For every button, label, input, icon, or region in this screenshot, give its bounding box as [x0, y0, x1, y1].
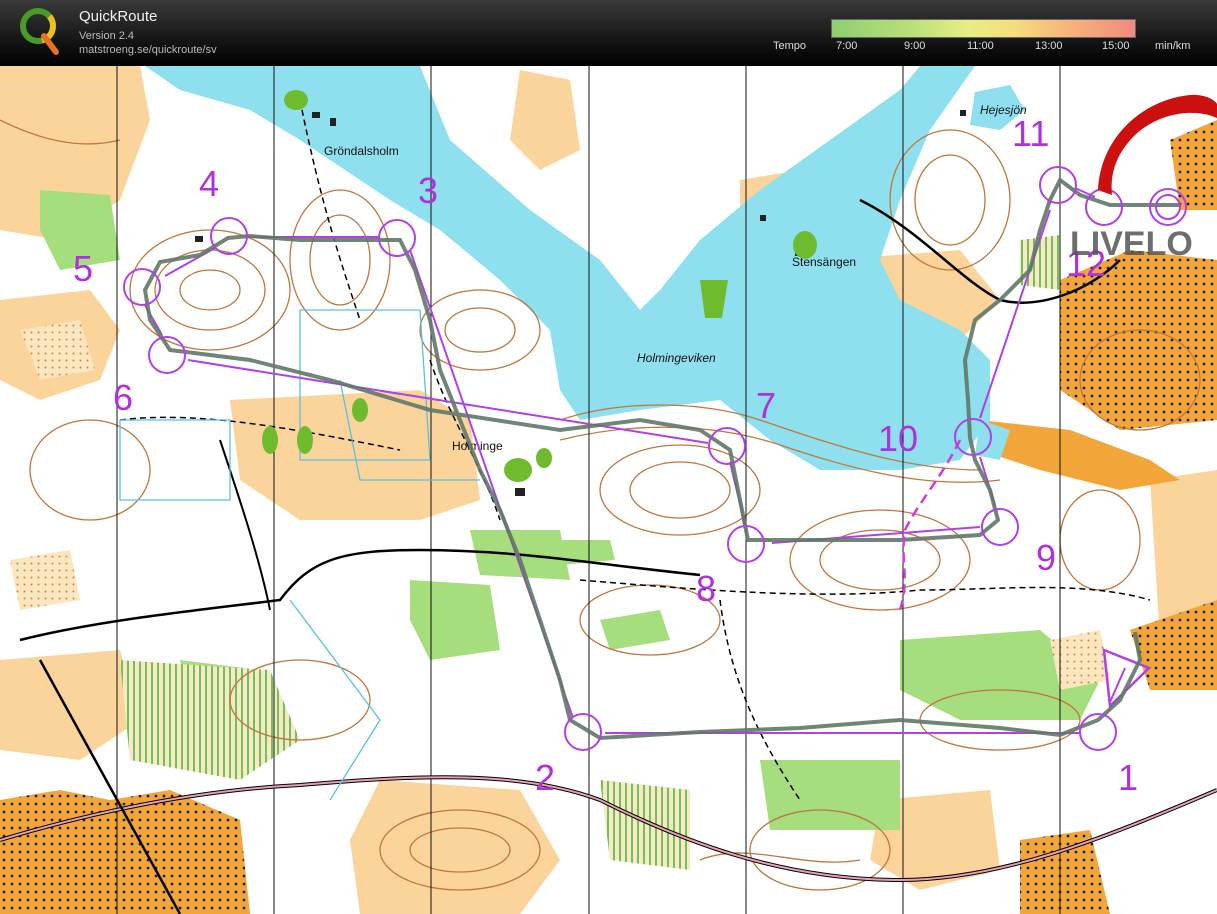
- app-header: QuickRoute Version 2.4 matstroeng.se/qui…: [0, 0, 1217, 66]
- app-url: matstroeng.se/quickroute/sv: [79, 44, 217, 56]
- pace-tick: 13:00: [1035, 40, 1063, 52]
- control-number-4: 4: [199, 163, 219, 204]
- pace-tick: 15:00: [1102, 40, 1130, 52]
- pace-tick: 7:00: [836, 40, 858, 52]
- control-number-11: 11: [1012, 113, 1049, 154]
- control-number-8: 8: [696, 568, 716, 609]
- control-number-1: 1: [1118, 757, 1138, 798]
- control-number-7: 7: [756, 385, 776, 426]
- pace-color-scale: [831, 19, 1136, 38]
- place-name: Holmingeviken: [637, 351, 716, 365]
- control-number-10: 10: [878, 418, 918, 459]
- place-name: Stensängen: [792, 255, 856, 269]
- orienteering-map[interactable]: Gröndalsholm Stensängen Holmingeviken Ho…: [0, 66, 1217, 914]
- pace-tick: 11:00: [967, 40, 994, 52]
- pace-unit: min/km: [1155, 40, 1191, 52]
- livelox-watermark-text: LIVELO: [1070, 225, 1193, 263]
- place-name: Gröndalsholm: [324, 144, 399, 158]
- control-number-9: 9: [1036, 537, 1056, 578]
- pace-tick: 9:00: [904, 40, 926, 52]
- quickroute-logo-icon: [20, 8, 59, 55]
- app-name: QuickRoute: [79, 8, 158, 25]
- pace-legend-label: Tempo: [773, 40, 807, 52]
- app-version: Version 2.4: [79, 30, 135, 42]
- control-number-3: 3: [418, 170, 438, 211]
- control-number-5: 5: [73, 248, 93, 289]
- control-number-2: 2: [535, 757, 555, 798]
- control-number-6: 6: [113, 377, 133, 418]
